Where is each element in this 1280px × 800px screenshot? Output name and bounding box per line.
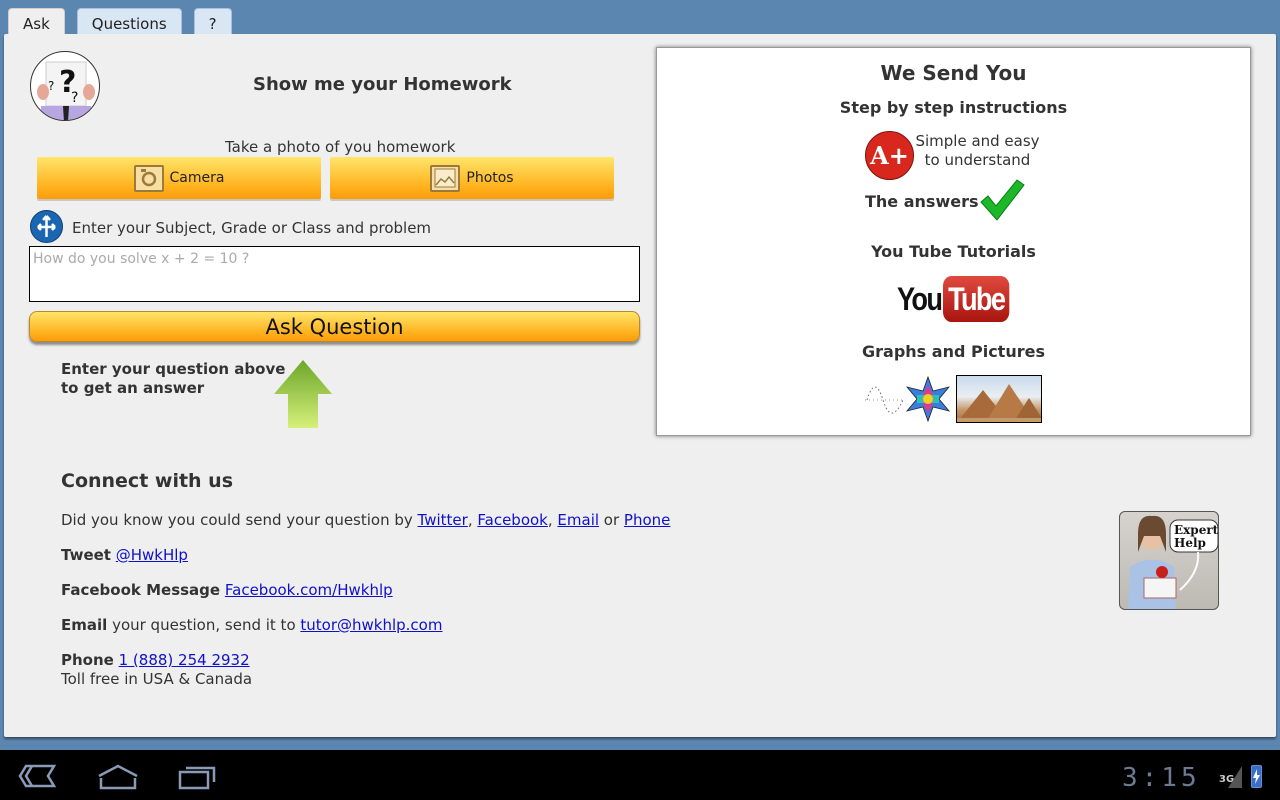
hint-line-1: Enter your question above bbox=[61, 360, 286, 378]
youtube-logo: You Tube bbox=[897, 276, 1021, 322]
email-text: your question, send it to bbox=[107, 616, 301, 634]
twitter-link[interactable]: Twitter bbox=[418, 511, 468, 529]
phone-line: Phone 1 (888) 254 2932 bbox=[61, 651, 250, 669]
svg-text:?: ? bbox=[71, 90, 78, 106]
answers-heading: The answers bbox=[865, 192, 979, 211]
page-title: Show me your Homework bbox=[253, 74, 512, 95]
recent-apps-icon[interactable] bbox=[178, 764, 218, 790]
ask-panel: ? ? ? Show me your Homework Take a photo… bbox=[4, 34, 1276, 737]
a-plus-icon: A+ bbox=[865, 131, 914, 180]
connect-intro: Did you know you could send your questio… bbox=[61, 511, 671, 529]
clock[interactable]: 3:15 bbox=[1122, 763, 1201, 793]
picture-icon bbox=[430, 164, 461, 192]
system-nav-bar: 3:15 3G bbox=[0, 750, 1280, 800]
camera-label: Camera bbox=[169, 170, 225, 186]
tweet-line: Tweet @HwkHlp bbox=[61, 546, 188, 564]
tab-bar: Ask Questions ? bbox=[8, 8, 232, 36]
youtube-heading: You Tube Tutorials bbox=[871, 242, 1036, 261]
svg-text:?: ? bbox=[48, 79, 54, 93]
signal-icon bbox=[1228, 766, 1242, 788]
step-by-step-heading: Step by step instructions bbox=[839, 98, 1068, 117]
directions-icon bbox=[30, 210, 63, 243]
twitter-handle-link[interactable]: @HwkHlp bbox=[116, 546, 188, 564]
pyramids-image bbox=[956, 375, 1042, 423]
tab-questions[interactable]: Questions bbox=[76, 8, 182, 36]
facebook-link[interactable]: Facebook bbox=[477, 511, 547, 529]
simple-line-2: to understand bbox=[924, 151, 1031, 169]
home-icon[interactable] bbox=[97, 764, 139, 790]
battery-charging-icon bbox=[1251, 765, 1262, 788]
email-line: Email your question, send it to tutor@hw… bbox=[61, 616, 442, 634]
question-person-icon: ? ? ? bbox=[30, 51, 100, 121]
graphs-heading: Graphs and Pictures bbox=[862, 342, 1045, 361]
expert-help-badge[interactable]: Expert Help bbox=[1119, 511, 1219, 610]
connect-heading: Connect with us bbox=[61, 470, 234, 492]
facebook-page-link[interactable]: Facebook.com/Hwkhlp bbox=[225, 581, 393, 599]
we-send-you-card: We Send You Step by step instructions A+… bbox=[656, 47, 1251, 436]
youtube-logo-tube: Tube bbox=[943, 276, 1010, 322]
youtube-logo-you: You bbox=[897, 280, 943, 317]
email-link[interactable]: Email bbox=[557, 511, 599, 529]
sine-graph-icon bbox=[865, 386, 905, 414]
subject-label: Enter your Subject, Grade or Class and p… bbox=[72, 219, 432, 237]
photos-button[interactable]: Photos bbox=[330, 157, 614, 199]
intro-or: or bbox=[599, 511, 624, 529]
tab-ask[interactable]: Ask bbox=[8, 8, 65, 36]
tab-help[interactable]: ? bbox=[193, 8, 232, 36]
phone-link[interactable]: Phone bbox=[624, 511, 670, 529]
photo-hint: Take a photo of you homework bbox=[225, 138, 456, 156]
phone-number-link[interactable]: 1 (888) 254 2932 bbox=[119, 651, 250, 669]
email-label: Email bbox=[61, 616, 108, 634]
hint-line-2: to get an answer bbox=[61, 379, 205, 397]
send-title: We Send You bbox=[880, 61, 1027, 85]
simple-easy-text: Simple and easy to understand bbox=[915, 132, 1040, 170]
checkmark-icon bbox=[980, 179, 1025, 221]
tweet-label: Tweet bbox=[61, 546, 111, 564]
email-address-link[interactable]: tutor@hwkhlp.com bbox=[300, 616, 442, 634]
facebook-line: Facebook Message Facebook.com/Hwkhlp bbox=[61, 581, 393, 599]
simple-line-1: Simple and easy bbox=[915, 132, 1040, 150]
question-input[interactable] bbox=[29, 246, 640, 302]
intro-text: Did you know you could send your questio… bbox=[61, 511, 418, 529]
phone-note: Toll free in USA & Canada bbox=[61, 670, 253, 688]
camera-icon bbox=[133, 164, 164, 192]
back-icon[interactable] bbox=[18, 764, 58, 788]
photos-label: Photos bbox=[466, 170, 514, 186]
phone-label: Phone bbox=[61, 651, 114, 669]
arrow-up-icon bbox=[274, 360, 332, 428]
camera-button[interactable]: Camera bbox=[37, 157, 321, 199]
enter-question-hint: Enter your question above to get an answ… bbox=[61, 360, 285, 398]
ask-question-button[interactable]: Ask Question bbox=[29, 311, 640, 342]
polyhedron-icon bbox=[905, 375, 951, 423]
facebook-label: Facebook Message bbox=[61, 581, 221, 599]
